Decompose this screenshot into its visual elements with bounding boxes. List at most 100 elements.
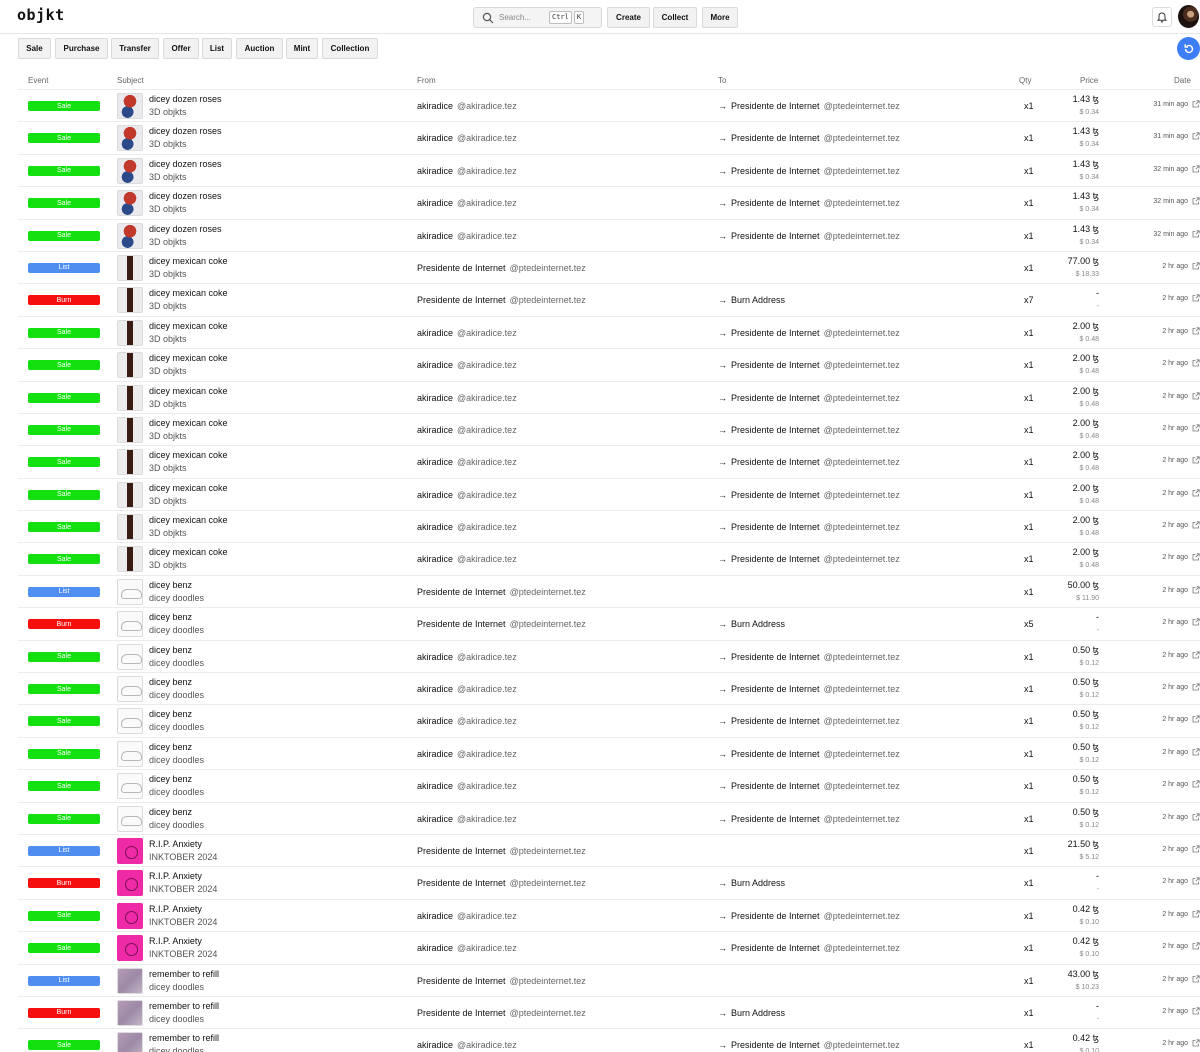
to-name[interactable]: Presidente de Internet	[731, 166, 820, 176]
table-row[interactable]: Sale dicey mexican coke 3D objkts akiradice…	[18, 315, 1200, 348]
token-thumbnail[interactable]	[117, 287, 143, 314]
collection-name[interactable]: dicey doodles	[149, 755, 204, 765]
external-link-icon[interactable]	[1192, 651, 1200, 659]
collection-name[interactable]: 3D objkts	[149, 399, 187, 409]
from-handle[interactable]: @akiradice.tez	[457, 652, 517, 662]
token-name[interactable]: dicey mexican coke	[149, 256, 228, 266]
from-cell[interactable]: akiradice @akiradice.tez	[417, 198, 517, 208]
to-cell[interactable]: → Presidente de Internet @ptedeinternet.te…	[718, 522, 900, 532]
token-name[interactable]: dicey benz	[149, 580, 192, 590]
from-handle[interactable]: @akiradice.tez	[457, 911, 517, 921]
to-handle[interactable]: @ptedeinternet.tez	[824, 457, 900, 467]
table-row[interactable]: List R.I.P. Anxiety INKTOBER 2024 President…	[18, 833, 1200, 866]
token-thumbnail[interactable]	[117, 546, 143, 573]
from-handle[interactable]: @ptedeinternet.tez	[510, 1008, 586, 1018]
from-cell[interactable]: akiradice @akiradice.tez	[417, 716, 517, 726]
external-link-icon[interactable]	[1192, 391, 1200, 400]
to-name[interactable]: Presidente de Internet	[731, 133, 820, 143]
token-name[interactable]: dicey mexican coke	[149, 483, 228, 493]
token-thumbnail[interactable]	[117, 740, 143, 767]
external-link-icon[interactable]	[1192, 812, 1200, 821]
external-link-icon[interactable]	[1192, 262, 1200, 270]
table-row[interactable]: Sale dicey dozen roses 3D objkts akiradice @…	[18, 218, 1200, 251]
token-name[interactable]: dicey benz	[149, 677, 192, 687]
from-name[interactable]: Presidente de Internet	[417, 846, 506, 856]
from-name[interactable]: akiradice	[417, 684, 453, 694]
external-link-icon[interactable]	[1192, 683, 1200, 691]
table-row[interactable]: Sale R.I.P. Anxiety INKTOBER 2024 akiradice…	[18, 931, 1200, 963]
token-name[interactable]: dicey benz	[149, 807, 192, 817]
table-row[interactable]: Sale R.I.P. Anxiety INKTOBER 2024 akiradice…	[18, 898, 1200, 931]
from-cell[interactable]: akiradice @akiradice.tez	[417, 101, 517, 111]
table-row[interactable]: List remember to refill dicey doodles Presi…	[18, 963, 1200, 996]
table-row[interactable]: Burn dicey benz dicey doodles Presidente de…	[18, 607, 1200, 639]
collection-name[interactable]: 3D objkts	[149, 301, 187, 311]
token-name[interactable]: dicey benz	[149, 742, 192, 752]
to-handle[interactable]: @ptedeinternet.tez	[824, 328, 900, 338]
collection-name[interactable]: dicey doodles	[149, 1014, 204, 1024]
to-handle[interactable]: @ptedeinternet.tez	[824, 554, 900, 564]
token-thumbnail[interactable]	[117, 611, 143, 638]
to-handle[interactable]: @ptedeinternet.tez	[824, 101, 900, 111]
external-link-icon[interactable]	[1192, 910, 1200, 918]
to-cell[interactable]: → Presidente de Internet @ptedeinternet.te…	[718, 457, 900, 467]
to-name[interactable]: Presidente de Internet	[731, 490, 820, 500]
from-handle[interactable]: @akiradice.tez	[457, 554, 517, 564]
from-handle[interactable]: @ptedeinternet.tez	[510, 976, 586, 986]
to-name[interactable]: Presidente de Internet	[731, 457, 820, 467]
from-handle[interactable]: @akiradice.tez	[457, 781, 517, 791]
to-name[interactable]: Presidente de Internet	[731, 328, 820, 338]
from-cell[interactable]: akiradice @akiradice.tez	[417, 684, 517, 694]
table-row[interactable]: Sale dicey dozen roses 3D objkts akiradice @…	[18, 186, 1200, 218]
external-link-icon[interactable]	[1192, 877, 1200, 885]
filter-purchase[interactable]: Purchase	[55, 38, 108, 59]
token-thumbnail[interactable]	[117, 157, 143, 184]
token-thumbnail[interactable]	[117, 481, 143, 508]
from-cell[interactable]: akiradice @akiradice.tez	[417, 814, 517, 824]
to-cell[interactable]: → Presidente de Internet @ptedeinternet.te…	[718, 133, 900, 143]
to-cell[interactable]: → Presidente de Internet @ptedeinternet.te…	[718, 781, 900, 791]
to-cell[interactable]: → Presidente de Internet @ptedeinternet.te…	[718, 198, 900, 208]
from-cell[interactable]: Presidente de Internet @ptedeinternet.tez	[417, 587, 586, 597]
to-handle[interactable]: @ptedeinternet.tez	[824, 749, 900, 759]
from-handle[interactable]: @akiradice.tez	[457, 360, 517, 370]
to-name[interactable]: Presidente de Internet	[731, 554, 820, 564]
token-name[interactable]: remember to refill	[149, 1001, 219, 1011]
collection-name[interactable]: INKTOBER 2024	[149, 949, 217, 959]
token-thumbnail[interactable]	[117, 254, 143, 281]
from-cell[interactable]: Presidente de Internet @ptedeinternet.tez	[417, 295, 586, 305]
collection-name[interactable]: INKTOBER 2024	[149, 852, 217, 862]
to-handle[interactable]: @ptedeinternet.tez	[824, 684, 900, 694]
search-box[interactable]: Ctrl K	[473, 7, 602, 28]
token-name[interactable]: dicey benz	[149, 645, 192, 655]
token-thumbnail[interactable]	[117, 578, 143, 605]
token-name[interactable]: dicey dozen roses	[149, 224, 222, 234]
token-name[interactable]: R.I.P. Anxiety	[149, 871, 202, 881]
from-name[interactable]: Presidente de Internet	[417, 878, 506, 888]
table-row[interactable]: Sale dicey mexican coke 3D objkts akiradice…	[18, 412, 1200, 445]
from-name[interactable]: akiradice	[417, 781, 453, 791]
filter-collection[interactable]: Collection	[322, 38, 378, 59]
table-row[interactable]: Sale remember to refill dicey doodles akira…	[18, 1028, 1200, 1052]
collection-name[interactable]: 3D objkts	[149, 334, 187, 344]
to-cell[interactable]: → Presidente de Internet @ptedeinternet.te…	[718, 554, 900, 564]
collection-name[interactable]: 3D objkts	[149, 463, 187, 473]
token-thumbnail[interactable]	[117, 708, 143, 735]
to-handle[interactable]: @ptedeinternet.tez	[824, 814, 900, 824]
external-link-icon[interactable]	[1192, 715, 1200, 723]
filter-auction[interactable]: Auction	[236, 38, 283, 59]
external-link-icon[interactable]	[1192, 748, 1200, 756]
table-row[interactable]: Sale dicey mexican coke 3D objkts akiradice…	[18, 348, 1200, 380]
from-name[interactable]: akiradice	[417, 1040, 453, 1050]
token-thumbnail[interactable]	[117, 643, 143, 670]
table-row[interactable]: Burn R.I.P. Anxiety INKTOBER 2024 President…	[18, 866, 1200, 898]
table-row[interactable]: Sale dicey dozen roses 3D objkts akiradice @…	[18, 121, 1200, 153]
to-name[interactable]: Presidente de Internet	[731, 911, 820, 921]
from-handle[interactable]: @ptedeinternet.tez	[510, 263, 586, 273]
from-handle[interactable]: @akiradice.tez	[457, 814, 517, 824]
to-handle[interactable]: @ptedeinternet.tez	[824, 393, 900, 403]
to-cell[interactable]: → Presidente de Internet @ptedeinternet.te…	[718, 652, 900, 662]
external-link-icon[interactable]	[1192, 229, 1200, 238]
to-handle[interactable]: @ptedeinternet.tez	[824, 522, 900, 532]
token-name[interactable]: dicey dozen roses	[149, 159, 222, 169]
